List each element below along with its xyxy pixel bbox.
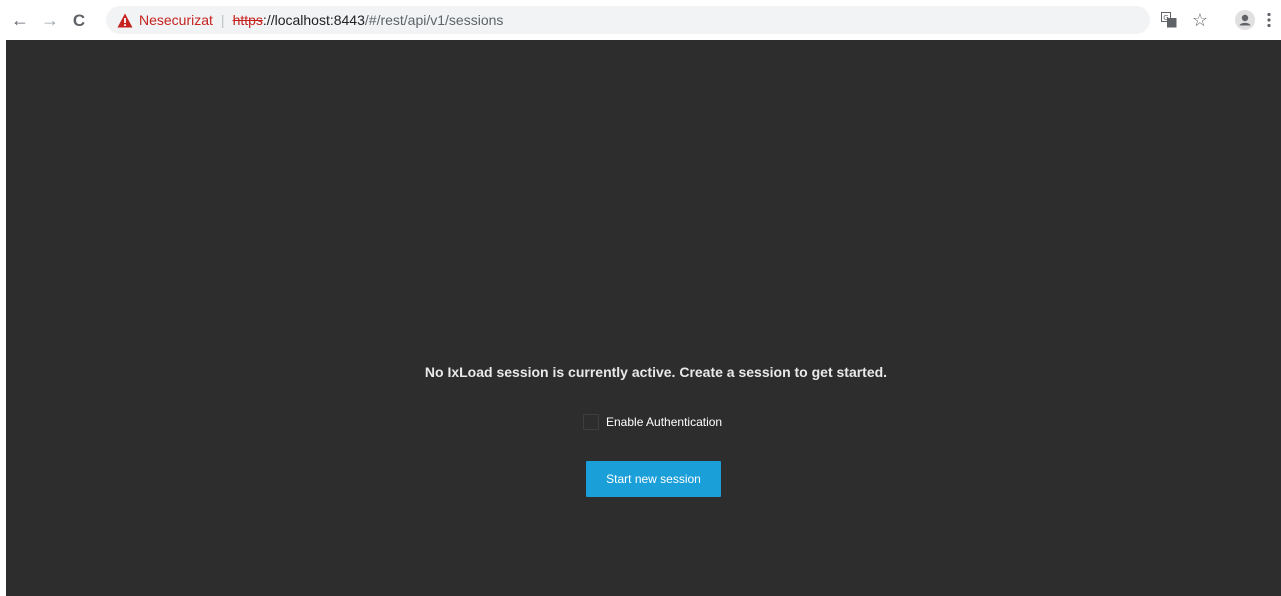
address-separator: | [220,12,225,28]
forward-arrow-icon[interactable]: → [38,8,62,32]
more-menu-icon[interactable] [1262,8,1276,32]
enable-authentication-option[interactable]: Enable Authentication [583,414,722,430]
profile-icon[interactable] [1233,8,1257,32]
translate-icon[interactable]: G [1157,8,1181,32]
page-content: No IxLoad session is currently active. C… [6,40,1281,596]
bookmark-star-icon[interactable]: ☆ [1188,8,1212,32]
url-scheme: https [232,12,263,28]
back-arrow-icon[interactable]: ← [8,8,32,32]
url-path: /#/rest/api/v1/sessions [364,12,504,28]
address-bar[interactable]: Nesecurizat | https://localhost:8443/#/r… [106,6,1150,34]
enable-authentication-label[interactable]: Enable Authentication [606,415,722,429]
browser-toolbar: ← → C Nesecurizat | https://localhost:84… [0,0,1281,40]
security-status-label[interactable]: Nesecurizat [139,12,213,28]
no-session-message: No IxLoad session is currently active. C… [424,364,888,380]
reload-icon[interactable]: C [67,8,91,32]
url-host: ://localhost:8443 [262,12,365,28]
warning-icon[interactable] [117,12,133,28]
start-new-session-button[interactable]: Start new session [586,461,721,497]
enable-authentication-checkbox[interactable] [583,414,599,430]
svg-text:G: G [1163,14,1168,22]
